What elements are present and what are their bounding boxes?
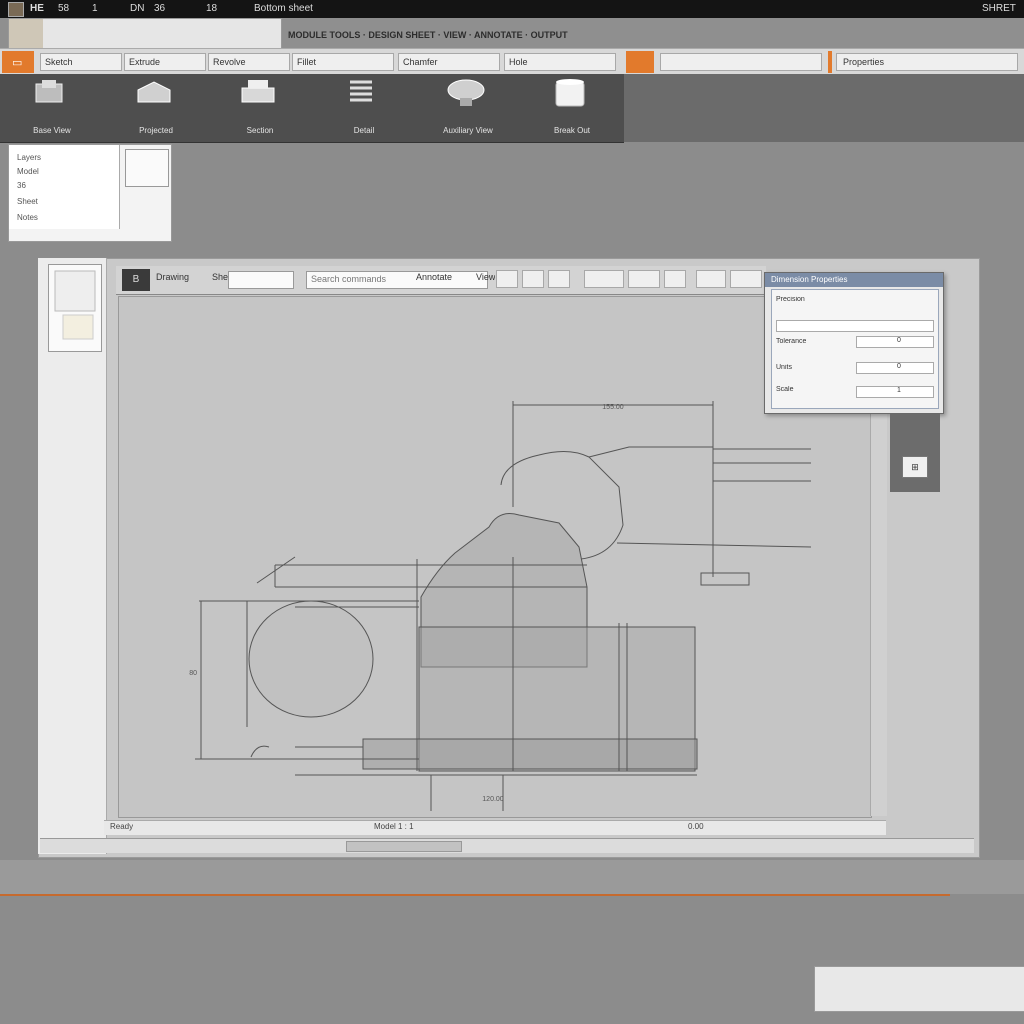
- preview-thumb: [125, 149, 169, 187]
- browser-row[interactable]: 36: [17, 181, 26, 190]
- home-icon: ▭: [12, 57, 23, 69]
- title-bar: HE 58 1 DN 36 18 Bottom sheet SHRET: [0, 0, 1024, 18]
- banner-text: MODULE TOOLS · DESIGN SHEET · VIEW · ANN…: [288, 30, 568, 40]
- precision-field[interactable]: [776, 320, 934, 332]
- gallery-label: Section: [246, 126, 274, 135]
- browser-row[interactable]: Layers: [17, 153, 41, 162]
- status-bar: Ready Model 1 : 1 0.00: [104, 820, 886, 835]
- ribbon-item[interactable]: Hole: [504, 53, 616, 71]
- notification-panel[interactable]: [814, 966, 1024, 1012]
- dimension-label-left: 80: [189, 670, 197, 677]
- tolerance-field[interactable]: 0: [856, 336, 934, 348]
- gallery-right-area: [624, 74, 1024, 142]
- dialog-body: Precision Tolerance 0 Units 0 Scale 1: [771, 289, 939, 409]
- tool-button[interactable]: [730, 270, 762, 288]
- gallery-label: Auxiliary View: [443, 126, 493, 135]
- title-item: Bottom sheet: [254, 3, 313, 14]
- browser-panel[interactable]: Layers Model 36 Sheet Notes: [8, 144, 172, 242]
- status-mid: Model 1 : 1: [374, 822, 414, 831]
- part-icon: [30, 78, 70, 108]
- gallery-item[interactable]: Section: [208, 74, 312, 142]
- ribbon: ▭ Sketch Extrude Revolve Fillet Chamfer …: [0, 48, 1024, 76]
- shaft-icon: [238, 78, 278, 108]
- scale-field[interactable]: 1: [856, 386, 934, 398]
- dialog-title: Dimension Properties: [765, 273, 943, 287]
- status-right: 0.00: [688, 822, 704, 831]
- orange-tab-icon[interactable]: [626, 51, 654, 73]
- gallery-label: Projected: [139, 126, 173, 135]
- technical-drawing: 155.00 80 120.00: [189, 401, 812, 811]
- menu-strip: MODULE TOOLS · DESIGN SHEET · VIEW · ANN…: [0, 18, 1024, 64]
- tool-button[interactable]: [584, 270, 624, 288]
- gallery-label: Base View: [33, 126, 71, 135]
- ribbon-item[interactable]: Sketch: [40, 53, 122, 71]
- ribbon-item[interactable]: Revolve: [208, 53, 290, 71]
- tab-annotate[interactable]: Annotate: [416, 272, 452, 282]
- title-item[interactable]: 36: [154, 3, 165, 14]
- dialog-row-label: Scale: [776, 386, 794, 393]
- divider: [828, 51, 832, 73]
- gallery-label: Break Out: [553, 126, 590, 135]
- gallery-item[interactable]: Auxiliary View: [416, 74, 520, 142]
- dimension-dialog: Dimension Properties Precision Tolerance…: [764, 272, 944, 414]
- snap-icon[interactable]: ⊞: [902, 456, 928, 478]
- search-input[interactable]: [228, 271, 294, 289]
- ribbon-item[interactable]: Extrude: [124, 53, 206, 71]
- tool-button[interactable]: [548, 270, 570, 288]
- drawing-toolbar: B Drawing Sheet 1 Search commands Annota…: [116, 266, 766, 295]
- units-field[interactable]: 0: [856, 362, 934, 374]
- gallery-item[interactable]: Break Out: [520, 74, 624, 142]
- properties-box[interactable]: Properties: [836, 53, 1018, 71]
- browser-row[interactable]: Sheet: [17, 197, 38, 206]
- tool-button[interactable]: [522, 270, 544, 288]
- doc-icon[interactable]: B: [122, 269, 150, 291]
- sheet-thumbnail[interactable]: [48, 264, 102, 352]
- horizontal-scrollbar[interactable]: [40, 838, 974, 853]
- title-item[interactable]: 58: [58, 3, 69, 14]
- status-left: Ready: [110, 822, 134, 831]
- title-item[interactable]: 1: [92, 3, 98, 14]
- dialog-row-label: Tolerance: [776, 338, 807, 345]
- gallery-item[interactable]: Base View: [0, 74, 104, 142]
- side-panel: ⊞: [890, 414, 940, 492]
- tool-button[interactable]: [496, 270, 518, 288]
- title-item[interactable]: DN: [130, 3, 144, 14]
- title-item[interactable]: 18: [206, 3, 217, 14]
- title-right-label: SHRET: [982, 3, 1016, 14]
- dialog-row-label: Units: [776, 364, 792, 371]
- app-title: HE: [30, 3, 44, 14]
- lower-band: [0, 860, 1024, 894]
- dimension-label-bottom: 120.00: [482, 796, 504, 803]
- command-field[interactable]: Search commands: [306, 271, 488, 289]
- browser-row[interactable]: Model: [17, 167, 39, 176]
- drawing-canvas[interactable]: 155.00 80 120.00: [118, 296, 872, 818]
- ribbon-item[interactable]: Fillet: [292, 53, 394, 71]
- dialog-row-label: Precision: [776, 296, 805, 303]
- cylinder-icon: [550, 78, 590, 108]
- scroll-thumb[interactable]: [346, 841, 462, 852]
- assembly-icon: [134, 78, 174, 108]
- view-gallery: Base View Projected Section Detail Auxil…: [0, 74, 624, 143]
- tab-view[interactable]: View: [476, 272, 495, 282]
- cast-part-icon: [446, 78, 486, 108]
- gallery-label: Detail: [353, 126, 375, 135]
- tool-button[interactable]: [628, 270, 660, 288]
- tab-drawing[interactable]: Drawing: [156, 272, 189, 282]
- gallery-item[interactable]: Projected: [104, 74, 208, 142]
- tool-button[interactable]: [664, 270, 686, 288]
- app-logo-icon[interactable]: [8, 2, 24, 17]
- browser-row[interactable]: Notes: [17, 213, 38, 222]
- dimension-label-top: 155.00: [602, 404, 624, 411]
- gallery-item[interactable]: Detail: [312, 74, 416, 142]
- home-tab[interactable]: ▭: [2, 51, 34, 73]
- tool-button[interactable]: [696, 270, 726, 288]
- left-panel: [38, 258, 107, 854]
- ribbon-field[interactable]: [660, 53, 822, 71]
- ribbon-item[interactable]: Chamfer: [398, 53, 500, 71]
- accent-line: [0, 894, 950, 896]
- spring-icon: [342, 78, 382, 108]
